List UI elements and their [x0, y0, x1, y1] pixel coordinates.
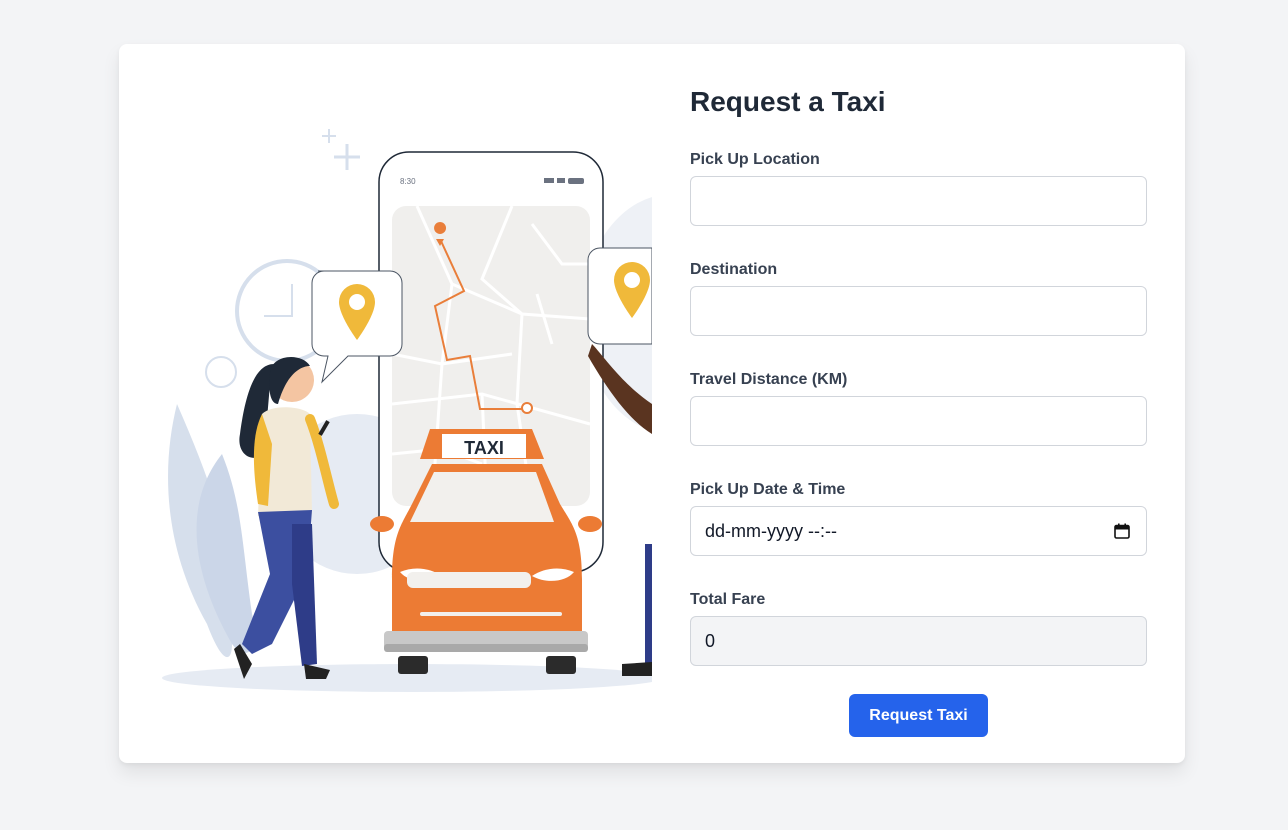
- fare-label: Total Fare: [690, 591, 766, 608]
- request-card: 8:30 TAXI Request a Taxi Pick Up Locatio…: [119, 44, 1185, 763]
- destination-label: Destination: [690, 261, 778, 278]
- phone-time: 8:30: [400, 177, 416, 186]
- datetime-field-group: Pick Up Date & Time dd-mm-yyyy --:--: [690, 480, 1147, 556]
- datetime-placeholder: dd-mm-yyyy --:--: [705, 520, 837, 541]
- travel-distance-input[interactable]: [690, 396, 1147, 446]
- submit-row: Request Taxi: [690, 694, 1147, 737]
- location-pin-icon: [587, 247, 652, 345]
- page-title: Request a Taxi: [690, 86, 886, 117]
- destination-field-group: Destination: [690, 260, 1147, 336]
- calendar-icon[interactable]: [1114, 523, 1130, 539]
- distance-field-group: Travel Distance (KM): [690, 370, 1147, 446]
- pickup-label: Pick Up Location: [690, 151, 820, 168]
- destination-input[interactable]: [690, 286, 1147, 336]
- distance-label: Travel Distance (KM): [690, 371, 848, 388]
- taxi-sign-text: TAXI: [464, 438, 504, 458]
- pickup-field-group: Pick Up Location: [690, 150, 1147, 226]
- pickup-datetime-input[interactable]: dd-mm-yyyy --:--: [690, 506, 1147, 556]
- taxi-illustration: 8:30 TAXI: [152, 104, 652, 704]
- datetime-label: Pick Up Date & Time: [690, 481, 846, 498]
- total-fare-input: [690, 616, 1147, 666]
- pickup-location-input[interactable]: [690, 176, 1147, 226]
- fare-field-group: Total Fare: [690, 590, 1147, 666]
- taxi-request-form: Request a Taxi Pick Up Location Destinat…: [690, 84, 1147, 737]
- request-taxi-button[interactable]: Request Taxi: [849, 694, 988, 737]
